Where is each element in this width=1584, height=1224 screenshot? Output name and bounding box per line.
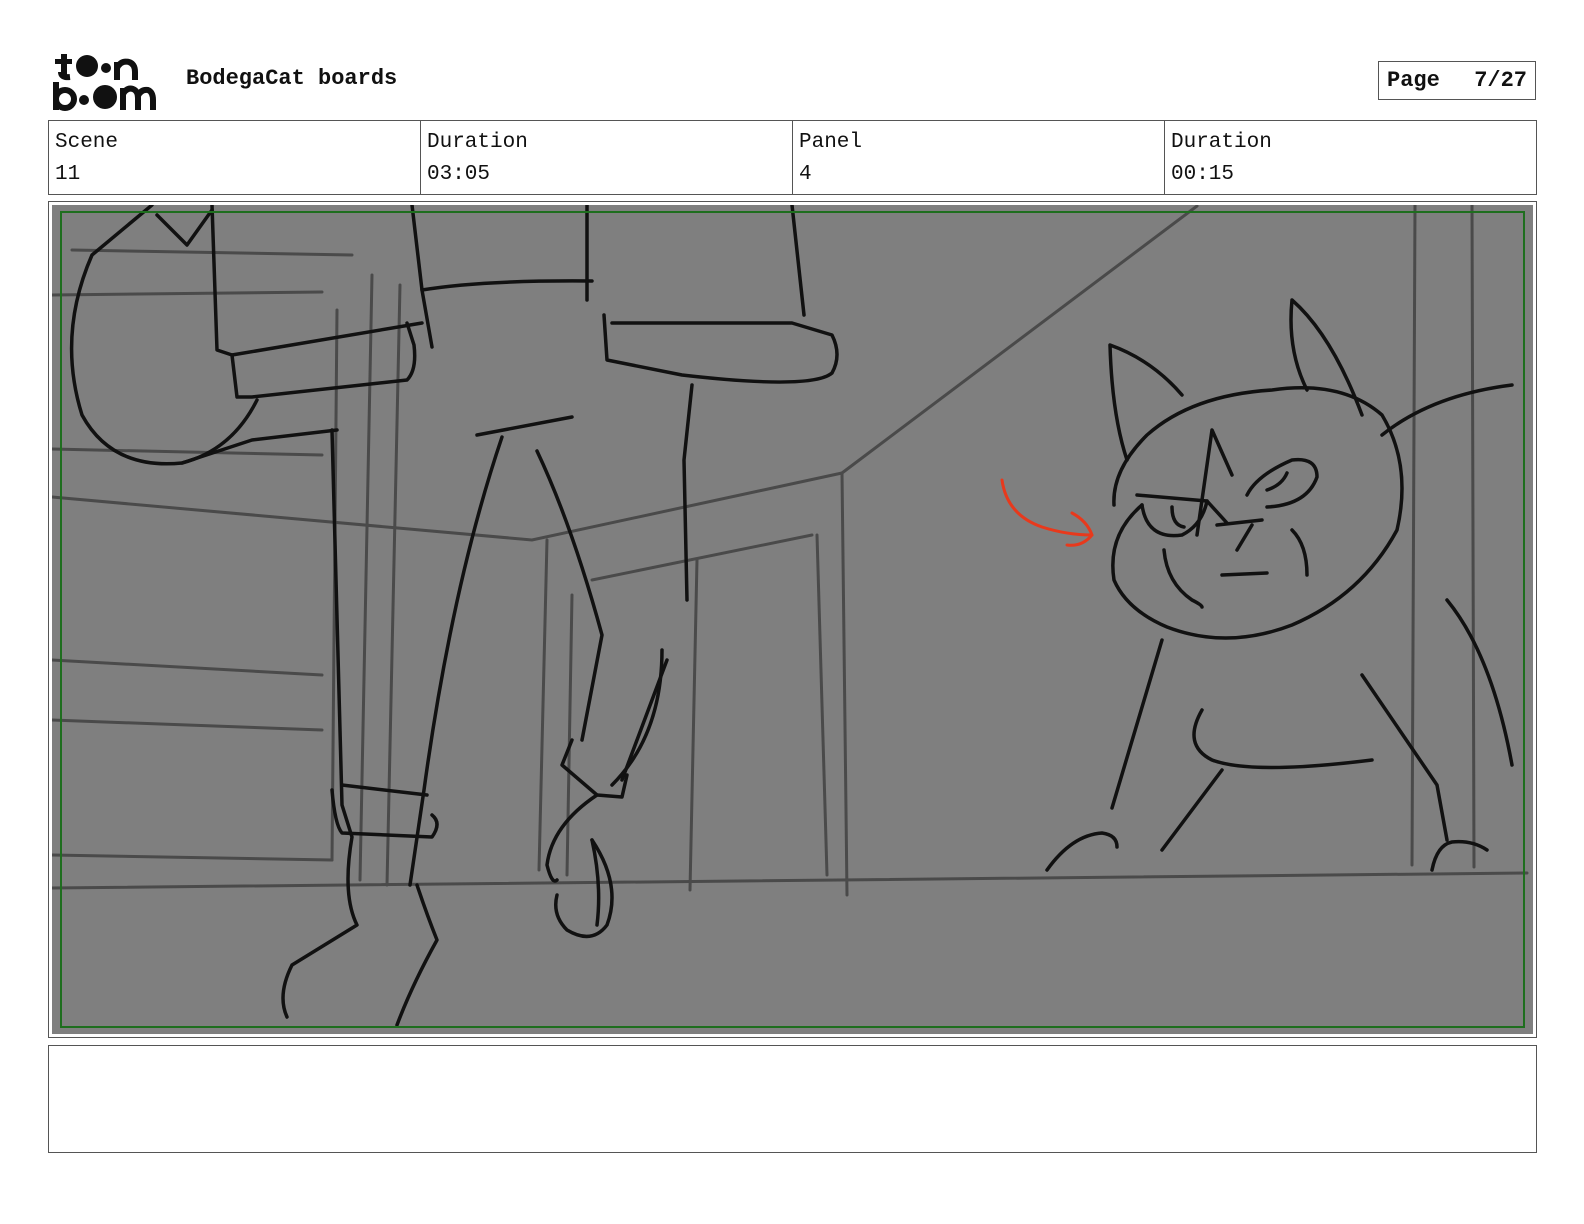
panel-duration-cell: Duration 00:15 [1165, 121, 1536, 194]
panel-cell: Panel 4 [793, 121, 1165, 194]
page-label: Page [1387, 68, 1440, 93]
scene-label: Scene [55, 131, 119, 154]
scene-value: 11 [55, 163, 81, 186]
panel-info-table: Scene 11 Duration 03:05 Panel 4 Duration… [48, 120, 1537, 195]
page-indicator: Page 7/27 [1378, 61, 1536, 100]
toon-boom-logo-icon [53, 54, 156, 111]
scene-cell: Scene 11 [49, 121, 421, 194]
toon-boom-logo [51, 50, 163, 112]
scene-duration-cell: Duration 03:05 [421, 121, 793, 194]
panel-drawing [52, 205, 1533, 1034]
board-title: BodegaCat boards [186, 66, 398, 91]
panel-duration-label: Duration [1171, 131, 1272, 154]
panel-label: Panel [799, 131, 863, 154]
page-value: 7/27 [1474, 68, 1527, 93]
panel-duration-value: 00:15 [1171, 163, 1235, 186]
scene-duration-label: Duration [427, 131, 528, 154]
red-arrow-icon [1000, 478, 1094, 547]
sketch-drawing [52, 205, 1529, 1027]
scene-duration-value: 03:05 [427, 163, 491, 186]
storyboard-panel [48, 201, 1537, 1038]
panel-value: 4 [799, 163, 812, 186]
panel-notes-box[interactable] [48, 1045, 1537, 1153]
